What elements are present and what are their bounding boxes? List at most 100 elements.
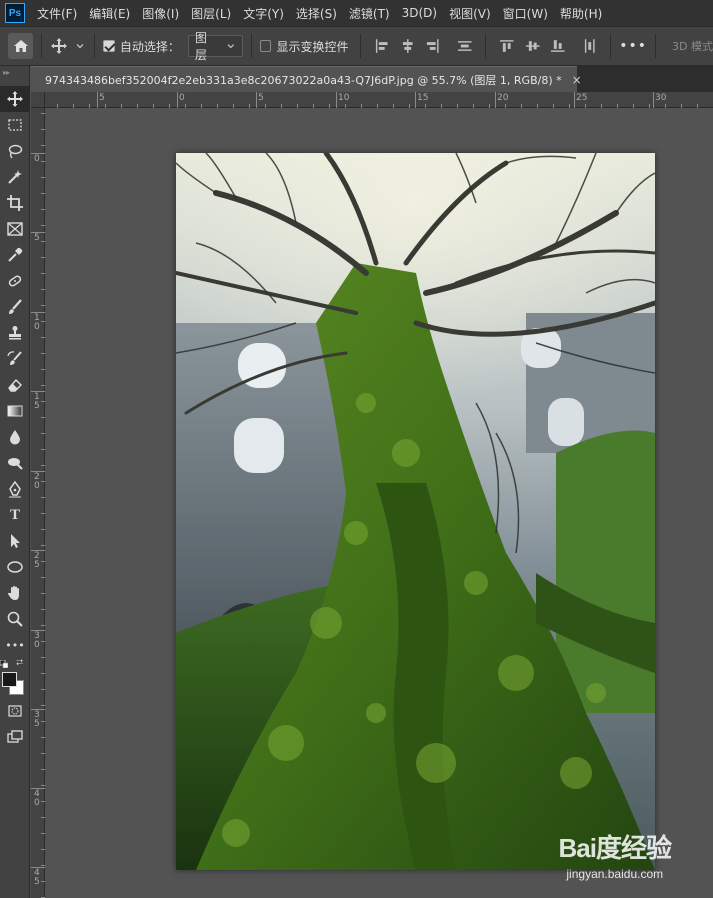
blur-tool[interactable] (0, 424, 30, 450)
photoshop-logo[interactable]: Ps (5, 3, 25, 23)
ruler-v-minor-tick (41, 417, 45, 418)
chevron-down-icon (76, 44, 84, 49)
ruler-v-minor-tick (41, 577, 45, 578)
ruler-v-minor-tick (41, 737, 45, 738)
align-vertical-center-icon[interactable] (524, 37, 541, 55)
zoom-tool[interactable] (0, 606, 30, 632)
show-transform-label: 显示变换控件 (276, 39, 349, 54)
brush-tool[interactable] (0, 294, 30, 320)
ruler-v-minor-tick (41, 785, 45, 786)
menu-type[interactable]: 文字(Y) (237, 5, 290, 22)
divider (41, 34, 43, 58)
rectangular-marquee-tool[interactable] (0, 112, 30, 138)
ruler-v-minor-tick (41, 561, 45, 562)
menu-edit[interactable]: 编辑(E) (83, 5, 136, 22)
distribute-vertical-icon[interactable] (456, 37, 473, 55)
document-image-mossy-tree[interactable] (176, 153, 655, 870)
menu-layer[interactable]: 图层(L) (185, 5, 237, 22)
ruler-h-label: 5 (99, 93, 105, 103)
color-swatches: ⮂ (0, 658, 29, 698)
move-tool-icon (7, 91, 23, 107)
path-selection-tool[interactable] (0, 528, 30, 554)
ruler-origin[interactable] (31, 92, 45, 108)
edit-toolbar-button[interactable]: ••• (0, 632, 30, 658)
ruler-v-minor-tick (41, 353, 45, 354)
3d-mode-label[interactable]: 3D 模式 (672, 38, 713, 54)
move-tool[interactable] (0, 86, 30, 112)
menu-3d[interactable]: 3D(D) (396, 6, 443, 20)
ruler-v-minor-tick (41, 385, 45, 386)
blur-tool-icon (10, 430, 20, 445)
auto-select-checkbox[interactable] (103, 40, 115, 52)
home-button[interactable] (8, 33, 34, 59)
show-transform-checkbox[interactable] (259, 40, 272, 52)
pen-tool[interactable] (0, 476, 30, 502)
menu-window[interactable]: 窗口(W) (497, 5, 554, 22)
horizontal-ruler[interactable]: 5 0 5 10 15 20 25 30 (45, 92, 713, 108)
menu-filter[interactable]: 滤镜(T) (343, 5, 396, 22)
frame-tool[interactable] (0, 216, 30, 242)
ruler-h-tick (574, 92, 575, 108)
auto-select-target-value: 图层 (194, 31, 207, 62)
distribute-horizontal-icon[interactable] (581, 37, 598, 55)
menu-file[interactable]: 文件(F) (31, 5, 83, 22)
ruler-h-tick (653, 92, 654, 108)
frame-tool-icon (7, 222, 23, 236)
menu-image[interactable]: 图像(I) (136, 5, 185, 22)
panel-grip[interactable]: ▸▸ (0, 66, 29, 86)
menu-select[interactable]: 选择(S) (290, 5, 343, 22)
crop-tool[interactable] (0, 190, 30, 216)
clone-stamp-tool[interactable] (0, 320, 30, 346)
ruler-v-minor-tick (41, 225, 45, 226)
ruler-v-tick (31, 232, 45, 233)
tools-panel: ▸▸ T ••• ⮂ (0, 66, 30, 898)
path-selection-tool-icon (11, 534, 20, 548)
ruler-h-tick (336, 92, 337, 108)
align-bottom-icon[interactable] (549, 37, 566, 55)
align-top-icon[interactable] (498, 37, 515, 55)
ruler-v-label: 10 (34, 313, 40, 332)
document-tab[interactable]: 974343486bef352004f2e2eb331a3e8c20673022… (31, 66, 582, 92)
watermark-url: jingyan.baidu.com (566, 867, 664, 881)
quick-mask-button[interactable] (0, 698, 30, 724)
align-right-icon[interactable] (424, 37, 441, 55)
ruler-v-minor-tick (41, 433, 45, 434)
align-horizontal-center-icon[interactable] (399, 37, 416, 55)
screen-mode-button[interactable] (0, 724, 30, 750)
history-brush-tool[interactable] (0, 346, 30, 372)
canvas-area[interactable]: Bai度经验 jingyan.baidu.com (46, 108, 713, 898)
ruler-v-minor-tick (41, 337, 45, 338)
move-tool-preset-picker[interactable] (50, 37, 86, 55)
foreground-color-swatch[interactable] (2, 672, 17, 687)
clone-stamp-tool-icon (9, 326, 21, 340)
divider (360, 34, 362, 58)
eyedropper-tool[interactable] (0, 242, 30, 268)
ellipse-tool[interactable] (0, 554, 30, 580)
ruler-v-minor-tick (41, 865, 45, 866)
ruler-v-minor-tick (41, 689, 45, 690)
ruler-v-minor-tick (41, 593, 45, 594)
close-icon[interactable]: × (572, 73, 582, 87)
eraser-tool[interactable] (0, 372, 30, 398)
dodge-tool[interactable] (0, 450, 30, 476)
ruler-v-minor-tick (41, 449, 45, 450)
more-options-button[interactable]: ••• (619, 38, 647, 54)
menu-view[interactable]: 视图(V) (443, 5, 497, 22)
magic-wand-tool-icon (8, 170, 22, 184)
ruler-h-tick (177, 92, 178, 108)
lasso-tool[interactable] (0, 138, 30, 164)
menu-help[interactable]: 帮助(H) (554, 5, 608, 22)
gradient-tool[interactable] (0, 398, 30, 424)
type-tool[interactable]: T (0, 502, 30, 528)
auto-select-target-dropdown[interactable]: 图层 (187, 31, 243, 62)
magic-wand-tool[interactable] (0, 164, 30, 190)
default-colors-icon[interactable] (0, 660, 8, 668)
ruler-v-minor-tick (41, 705, 45, 706)
align-left-icon[interactable] (373, 37, 390, 55)
vertical-ruler[interactable]: 0 5 10 15 20 25 30 35 40 45 (31, 108, 45, 898)
swap-colors-icon[interactable]: ⮂ (16, 658, 23, 668)
type-tool-icon: T (9, 506, 20, 523)
ruler-v-minor-tick (41, 801, 45, 802)
healing-brush-tool[interactable] (0, 268, 30, 294)
hand-tool[interactable] (0, 580, 30, 606)
